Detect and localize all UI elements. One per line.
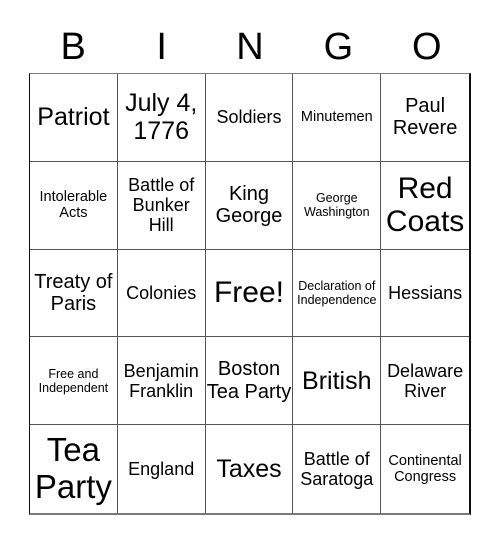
cell-text: Patriot [37, 103, 110, 132]
bingo-cell[interactable]: Colonies [117, 249, 206, 338]
bingo-cell[interactable]: Treaty of Paris [30, 249, 118, 338]
bingo-cell[interactable]: Paul Revere [381, 74, 469, 162]
bingo-cell[interactable]: Continental Congress [381, 425, 469, 513]
bingo-cell[interactable]: British [293, 337, 382, 426]
header-letter-n: N [236, 26, 264, 68]
bingo-header: B I N G O [29, 22, 471, 72]
cell-text: Free! [213, 276, 284, 310]
bingo-cell[interactable]: Red Coats [381, 162, 469, 250]
cell-text: Declaration of Independence [297, 278, 377, 307]
bingo-cell[interactable]: Hessians [381, 250, 469, 338]
bingo-cell[interactable]: Boston Tea Party [205, 337, 294, 426]
cell-text: Treaty of Paris [34, 270, 113, 315]
cell-text: Colonies [126, 282, 197, 303]
free-space-cell[interactable]: Free! [205, 249, 294, 338]
cell-text: King George [215, 182, 283, 228]
bingo-cell[interactable]: Tea Party [30, 425, 118, 513]
cell-text: England [128, 459, 195, 480]
cell-text: Intolerable Acts [39, 188, 108, 222]
cell-text: Minutemen [300, 109, 373, 126]
cell-text: Benjamin Franklin [123, 360, 199, 401]
bingo-cell[interactable]: George Washington [293, 161, 382, 250]
cell-text: Boston Tea Party [206, 358, 292, 403]
header-letter-g: G [323, 26, 354, 68]
cell-text: Continental Congress [388, 452, 462, 486]
bingo-cell[interactable]: Delaware River [381, 337, 469, 426]
bingo-cell[interactable]: Patriot [30, 74, 118, 162]
bingo-cell[interactable]: Battle of Saratoga [293, 425, 382, 513]
cell-text: George Washington [304, 191, 370, 220]
bingo-cell[interactable]: King George [205, 161, 294, 250]
cell-text: July 4, 1776 [125, 89, 198, 146]
cell-text: Taxes [216, 455, 282, 484]
cell-text: Battle of Bunker Hill [128, 174, 195, 236]
bingo-cell[interactable]: Taxes [206, 425, 294, 513]
cell-text: Free and Independent [38, 366, 109, 395]
cell-text: British [302, 366, 372, 395]
bingo-cell[interactable]: Intolerable Acts [30, 161, 118, 250]
cell-text: Soldiers [216, 107, 282, 128]
bingo-cell[interactable]: Battle of Bunker Hill [117, 161, 206, 250]
header-letter-i: I [156, 26, 167, 68]
header-letter-b: B [60, 26, 86, 68]
header-letter-o: O [412, 26, 442, 68]
bingo-grid: Patriot July 4, 1776 Soldiers Minutemen … [29, 73, 471, 515]
cell-text: Delaware River [387, 360, 464, 401]
bingo-cell[interactable]: Declaration of Independence [293, 249, 382, 338]
cell-text: Paul Revere [392, 95, 458, 140]
bingo-cell[interactable]: Minutemen [293, 74, 382, 162]
bingo-cell[interactable]: Free and Independent [30, 337, 118, 426]
bingo-cell[interactable]: July 4, 1776 [117, 74, 206, 162]
cell-text: Tea Party [34, 431, 112, 506]
bingo-cell[interactable]: England [118, 425, 206, 513]
cell-text: Red Coats [385, 171, 465, 239]
cell-text: Hessians [388, 282, 463, 303]
bingo-cell[interactable]: Benjamin Franklin [117, 337, 206, 426]
cell-text: Battle of Saratoga [300, 448, 374, 490]
bingo-cell[interactable]: Soldiers [205, 74, 294, 162]
